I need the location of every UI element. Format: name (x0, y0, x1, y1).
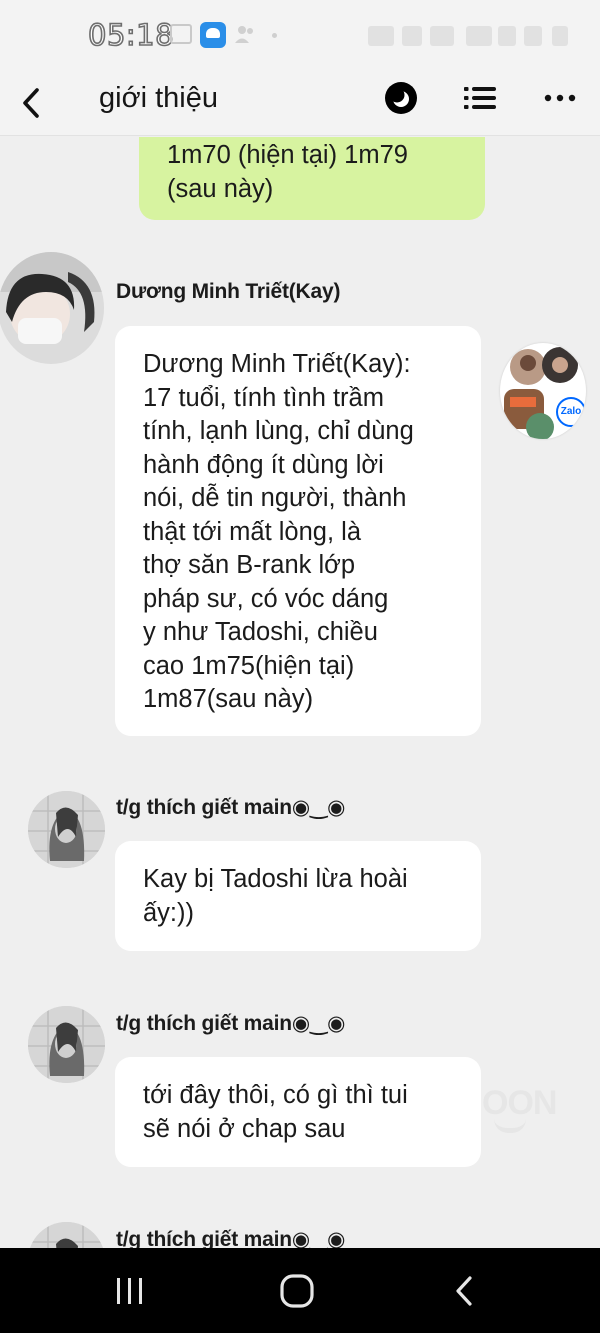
app-notification-icon (200, 22, 226, 48)
more-options-button[interactable] (540, 81, 580, 115)
dark-mode-button[interactable] (384, 81, 418, 115)
message-text: 1m70 (hiện tại) 1m79 (sau này) (167, 141, 408, 203)
nav-back-button[interactable] (450, 1274, 480, 1308)
avatar-portrait-icon (0, 252, 104, 364)
signal-2-icon (524, 26, 542, 46)
avatar-sketch-icon (28, 791, 105, 868)
people-icon (234, 24, 256, 44)
zalo-badge: Zalo (556, 397, 586, 427)
home-button[interactable] (279, 1274, 315, 1308)
avatar-sketch-icon (28, 1006, 105, 1083)
back-button[interactable] (14, 80, 54, 126)
avatar[interactable] (28, 791, 105, 868)
recents-button[interactable] (114, 1274, 146, 1308)
screen: 05:18 giới thiệu 1m70 (hiện tại) 1m79 (s… (0, 0, 600, 1333)
recents-icon (117, 1278, 142, 1304)
message-text: tới đây thôi, có gì thì tui sẽ nói ở cha… (143, 1081, 408, 1143)
message-text: Dương Minh Triết(Kay): 17 tuổi, tính tìn… (143, 350, 414, 713)
avatar[interactable] (28, 1006, 105, 1083)
signal-icon (498, 26, 516, 46)
wifi-icon (466, 26, 492, 46)
zalo-badge-label: Zalo (560, 406, 582, 417)
chevron-left-icon (23, 88, 39, 118)
dark-mode-icon (385, 82, 417, 114)
battery-icon (552, 26, 568, 46)
message-bubble: tới đây thôi, có gì thì tui sẽ nói ở cha… (115, 1057, 481, 1167)
watermark-smile-icon (494, 1119, 526, 1133)
status-time: 05:18 (87, 17, 175, 53)
message-text: Kay bị Tadoshi lừa hoài ấy:)) (143, 865, 408, 927)
sender-name: t/g thích giết main◉‿◉ (116, 796, 346, 819)
chapter-list-button[interactable] (462, 81, 498, 115)
nfc-icon (402, 26, 422, 46)
sender-name: Dương Minh Triết(Kay) (116, 280, 341, 303)
chat-story-content[interactable]: 1m70 (hiện tại) 1m79 (sau này) Dương Min… (0, 137, 600, 1248)
status-bar: 05:18 (0, 0, 600, 70)
avatar[interactable] (0, 252, 104, 364)
message-bubble: Kay bị Tadoshi lừa hoài ấy:)) (115, 841, 481, 951)
mute-icon (430, 26, 454, 46)
avatar-sketch-icon (28, 1222, 105, 1248)
notification-dot-icon (272, 33, 277, 38)
sender-name: t/g thích giết main◉‿◉ (116, 1228, 346, 1248)
home-icon (280, 1274, 314, 1308)
back-icon (456, 1276, 472, 1306)
more-dots-icon (544, 94, 576, 102)
gallery-icon (170, 24, 192, 44)
avatar[interactable] (28, 1222, 105, 1248)
floating-chat-heads[interactable]: Zalo (500, 343, 586, 439)
page-title: giới thiệu (99, 82, 218, 114)
list-icon (464, 87, 496, 109)
vpn-key-icon (368, 26, 394, 46)
sender-name: t/g thích giết main◉‿◉ (116, 1012, 346, 1035)
watermark: OON (482, 1084, 557, 1122)
system-navigation-bar (0, 1248, 600, 1333)
message-bubble: 1m70 (hiện tại) 1m79 (sau này) (139, 137, 485, 220)
message-bubble: Dương Minh Triết(Kay): 17 tuổi, tính tìn… (115, 326, 481, 736)
top-app-bar: giới thiệu (0, 70, 600, 136)
